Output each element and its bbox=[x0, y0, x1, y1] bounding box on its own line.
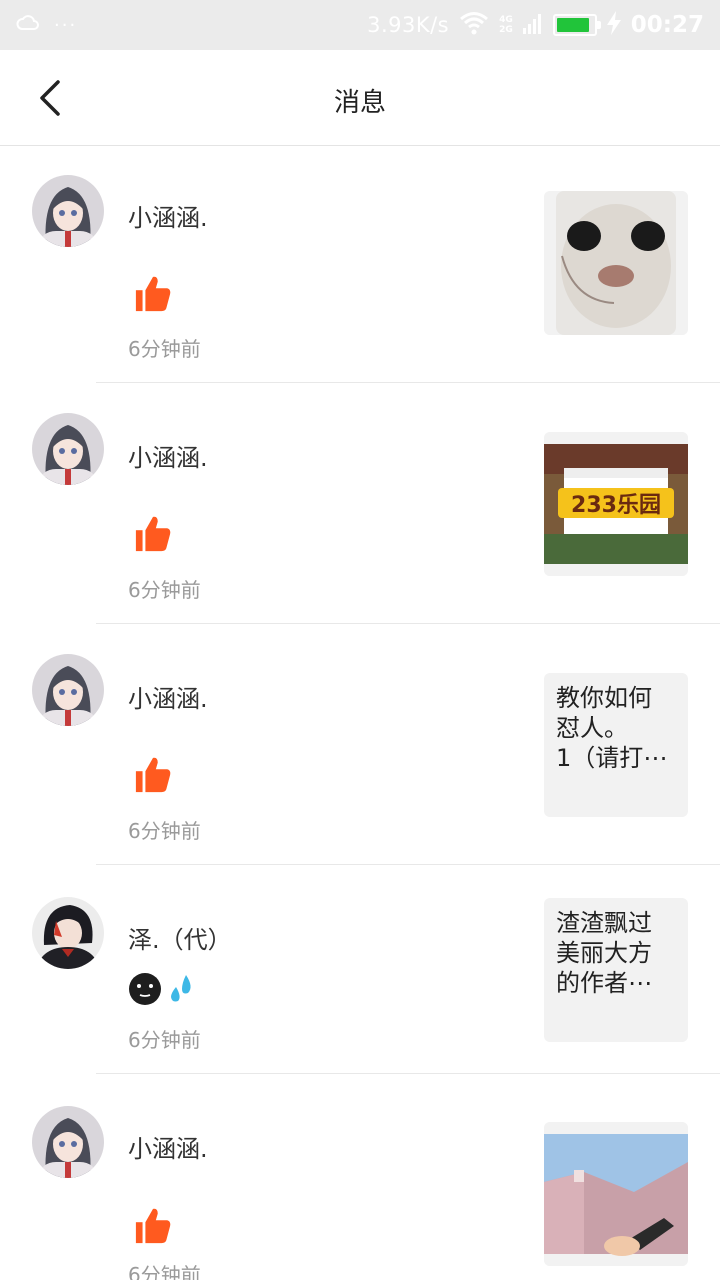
top-bar: 消息 bbox=[0, 50, 720, 146]
avatar[interactable] bbox=[32, 897, 104, 969]
avatar[interactable] bbox=[32, 654, 104, 726]
dark-face-emoji-icon bbox=[129, 973, 161, 1005]
network-type-top: 4G bbox=[499, 15, 513, 25]
post-thumbnail[interactable] bbox=[544, 191, 688, 335]
timestamp: 6分钟前 bbox=[128, 337, 201, 361]
avatar[interactable] bbox=[32, 1106, 104, 1178]
sweat-drops-emoji-icon bbox=[171, 975, 191, 1002]
game-screenshot: 233乐园 bbox=[544, 432, 688, 576]
username[interactable]: 小涵涵. bbox=[128, 679, 208, 714]
status-bar: ··· 3.93K/s 4G 2G 00:27 bbox=[0, 0, 720, 50]
timestamp: 6分钟前 bbox=[128, 1028, 201, 1052]
timestamp: 6分钟前 bbox=[128, 1263, 201, 1280]
message-item[interactable]: 小涵涵. 6分钟前 教你如何 怼人。 1（请打⋯ bbox=[0, 624, 720, 865]
reaction-emojis bbox=[128, 972, 196, 1006]
post-thumbnail[interactable] bbox=[544, 1122, 688, 1266]
username[interactable]: 小涵涵. bbox=[128, 198, 208, 233]
wifi-icon bbox=[459, 11, 489, 39]
thumbs-up-icon bbox=[135, 1208, 171, 1244]
message-item[interactable]: 小涵涵. 6分钟前 bbox=[0, 1074, 720, 1280]
thumbs-up-icon bbox=[135, 276, 171, 312]
post-excerpt: 教你如何 怼人。 1（请打⋯ bbox=[556, 684, 668, 772]
network-speed: 3.93K/s bbox=[367, 13, 450, 37]
avatar[interactable] bbox=[32, 413, 104, 485]
post-thumbnail[interactable]: 教你如何 怼人。 1（请打⋯ bbox=[544, 673, 688, 817]
battery-level bbox=[556, 18, 590, 32]
charging-icon bbox=[606, 11, 621, 39]
thumbs-up-icon bbox=[135, 516, 171, 552]
post-excerpt: 渣渣飘过 美丽大方 的作者⋯ bbox=[556, 909, 652, 997]
username[interactable]: 小涵涵. bbox=[128, 438, 208, 473]
network-type: 4G 2G bbox=[499, 15, 513, 35]
more-notifications-icon: ··· bbox=[54, 14, 78, 36]
message-item[interactable]: 小涵涵. 6分钟前 bbox=[0, 146, 720, 383]
post-thumbnail[interactable]: 233乐园 bbox=[544, 432, 688, 576]
post-thumbnail[interactable]: 渣渣飘过 美丽大方 的作者⋯ bbox=[544, 898, 688, 1042]
page-title: 消息 bbox=[333, 88, 386, 118]
thumbs-up-icon bbox=[135, 757, 171, 793]
battery-icon bbox=[552, 14, 601, 36]
timestamp: 6分钟前 bbox=[128, 819, 201, 843]
thumb-caption: 233乐园 bbox=[571, 493, 661, 518]
signal-icon bbox=[522, 12, 543, 38]
network-type-bottom: 2G bbox=[499, 25, 513, 35]
cat-photo bbox=[544, 191, 688, 335]
message-item[interactable]: 泽.（代） 6分钟前 渣渣飘过 美丽大方 的作者⋯ bbox=[0, 865, 720, 1074]
message-list: 小涵涵. 6分钟前 小涵涵. 6分钟前 233乐园 小涵涵. 6分钟前 教你如何… bbox=[0, 146, 720, 1280]
username[interactable]: 泽.（代） bbox=[128, 920, 232, 955]
username[interactable]: 小涵涵. bbox=[128, 1129, 208, 1164]
avatar[interactable] bbox=[32, 175, 104, 247]
game-screenshot-pink bbox=[544, 1122, 688, 1266]
weather-icon bbox=[16, 12, 40, 38]
timestamp: 6分钟前 bbox=[128, 578, 201, 602]
message-item[interactable]: 小涵涵. 6分钟前 233乐园 bbox=[0, 383, 720, 624]
clock: 00:27 bbox=[630, 12, 704, 38]
